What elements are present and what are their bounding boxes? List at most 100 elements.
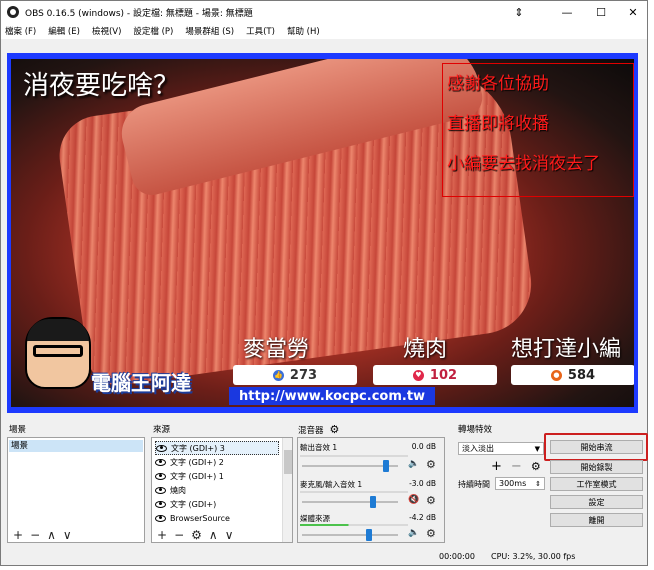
source-properties-gear-icon[interactable]: ⚙ [191,528,202,542]
transition-select[interactable]: 淡入淡出 ▼ [458,442,544,455]
speaker-icon[interactable]: 🔈 [408,528,419,538]
add-transition-button[interactable]: + [491,459,502,474]
mixer-channel-output: 輸出音效 1 0.0 dB [300,442,440,453]
duration-label: 持續時間 [458,480,490,489]
transition-select-value: 淡入淡出 [462,444,494,453]
mascot-hair [27,319,89,341]
angry-icon: ● [550,369,562,381]
brand-url: http://www.kocpc.com.tw [229,387,436,405]
transition-gear-icon[interactable]: ⚙ [531,460,541,473]
source-up-button[interactable]: ∧ [209,528,218,542]
close-button[interactable]: ✕ [615,1,651,23]
visibility-eye-icon[interactable] [155,486,166,494]
brand-name: 電腦王阿達 [91,371,191,395]
cpu-fps-status: CPU: 3.2%, 30.00 fps [491,551,576,561]
source-item[interactable]: 文字 (GDI+) [155,497,279,511]
chevron-down-icon: ▼ [534,444,540,453]
source-label: 文字 (GDI+) [170,499,217,509]
reaction-like-count: 273 [289,367,318,383]
overlay-red-line-3: 小編要去找消夜去了 [447,154,600,174]
speaker-icon[interactable]: 🔈 [408,459,419,469]
reaction-heart-count: 102 [429,367,458,383]
start-recording-button[interactable]: 開始錄製 [550,460,643,474]
source-item[interactable]: 文字 (GDI+) 1 [155,469,279,483]
overlay-title: 消夜要吃啥？ [23,71,180,101]
volume-slider-track[interactable] [302,501,398,503]
channel-name: 輸出音效 1 [300,443,338,452]
obs-logo-icon [7,6,19,18]
visibility-eye-icon[interactable] [155,500,166,508]
studio-mode-button[interactable]: 工作室模式 [550,477,643,491]
source-item[interactable]: 文字 (GDI+) 3 [155,441,279,455]
maximize-button[interactable]: ☐ [583,1,619,23]
add-scene-button[interactable]: + [13,528,23,542]
source-item[interactable]: BrowserSource [155,511,279,525]
reaction-angry: ● 584 [511,365,634,385]
settings-button[interactable]: 設定 [550,495,643,509]
volume-meter [300,491,408,493]
mixer-label-wrap: 混音器 ⚙ [298,423,339,436]
heart-icon: ♥ [412,369,424,381]
volume-slider-thumb[interactable] [366,529,373,541]
scene-item[interactable]: 場景 [9,440,143,452]
mixer-gear-icon[interactable]: ⚙ [330,423,340,436]
option-label-1: 麥當勞 [243,337,310,362]
minimize-button[interactable]: — [549,1,585,23]
source-label: 文字 (GDI+) 3 [171,443,225,453]
source-label: BrowserSource [170,513,230,523]
sources-footer: + − ⚙ ∧ ∨ [157,527,233,543]
visibility-eye-icon[interactable] [156,444,167,452]
mascot-glasses [33,345,83,357]
visibility-eye-icon[interactable] [155,472,166,480]
remove-scene-button[interactable]: − [30,528,40,542]
channel-name: 媒體來源 [300,514,330,523]
channel-gear-icon[interactable]: ⚙ [426,527,436,540]
menu-profile[interactable]: 設定檔 (P) [133,25,173,37]
exit-button[interactable]: 離開 [550,513,643,527]
duration-value: 300ms [499,479,527,488]
speaker-muted-icon[interactable]: 🔇 [408,495,419,505]
channel-gear-icon[interactable]: ⚙ [426,494,436,507]
window-title: OBS 0.16.5 (windows) - 設定檔: 無標題 - 場景: 無標… [25,8,253,19]
sources-scrollbar[interactable] [282,438,292,542]
channel-level: 0.0 dB [411,442,436,451]
reaction-angry-count: 584 [567,367,596,383]
scene-down-button[interactable]: ∨ [63,528,72,542]
menu-help[interactable]: 幫助 (H) [287,25,320,37]
channel-gear-icon[interactable]: ⚙ [426,458,436,471]
volume-slider-track[interactable] [302,534,398,536]
volume-slider-thumb[interactable] [383,460,390,472]
source-item[interactable]: 燒肉 [155,483,279,497]
source-down-button[interactable]: ∨ [225,528,234,542]
sources-scroll-thumb[interactable] [284,450,292,474]
scenes-label: 場景 [9,425,27,435]
remove-transition-button[interactable]: − [511,459,522,474]
overlay-red-line-2: 直播即將收播 [447,114,549,134]
pin-icon[interactable]: ⇕ [501,1,537,23]
visibility-eye-icon[interactable] [155,458,166,466]
source-item[interactable]: 文字 (GDI+) 2 [155,455,279,469]
preview-canvas[interactable]: 消夜要吃啥？ 感謝各位協助 直播即將收播 小編要去找消夜去了 麥當勞 燒肉 想打… [7,53,638,413]
spin-arrows-icon: ⇕ [535,479,541,488]
source-label: 文字 (GDI+) 2 [170,457,224,467]
menu-edit[interactable]: 編輯 (E) [48,25,80,37]
menu-scene-collection[interactable]: 場景群組 (S) [185,25,234,37]
add-source-button[interactable]: + [157,528,167,542]
preview-video: 消夜要吃啥？ 感謝各位協助 直播即將收播 小編要去找消夜去了 麥當勞 燒肉 想打… [11,59,634,407]
mascot-logo [25,317,91,389]
source-label: 燒肉 [170,485,186,495]
menu-tools[interactable]: 工具(T) [246,25,275,37]
highlight-box [544,433,648,461]
volume-meter [300,455,408,457]
visibility-eye-icon[interactable] [155,514,166,522]
duration-spinbox[interactable]: 300ms ⇕ [495,477,545,490]
overlay-red-line-1: 感謝各位協助 [447,74,549,94]
remove-source-button[interactable]: − [174,528,184,542]
option-label-2: 燒肉 [403,337,448,362]
obs-window: OBS 0.16.5 (windows) - 設定檔: 無標題 - 場景: 無標… [0,0,648,566]
menu-file[interactable]: 檔案 (F) [5,25,36,37]
scene-up-button[interactable]: ∧ [47,528,56,542]
channel-name: 麥克風/輸入音效 1 [300,480,363,489]
menu-view[interactable]: 檢視(V) [92,25,121,37]
volume-slider-thumb[interactable] [370,496,377,508]
